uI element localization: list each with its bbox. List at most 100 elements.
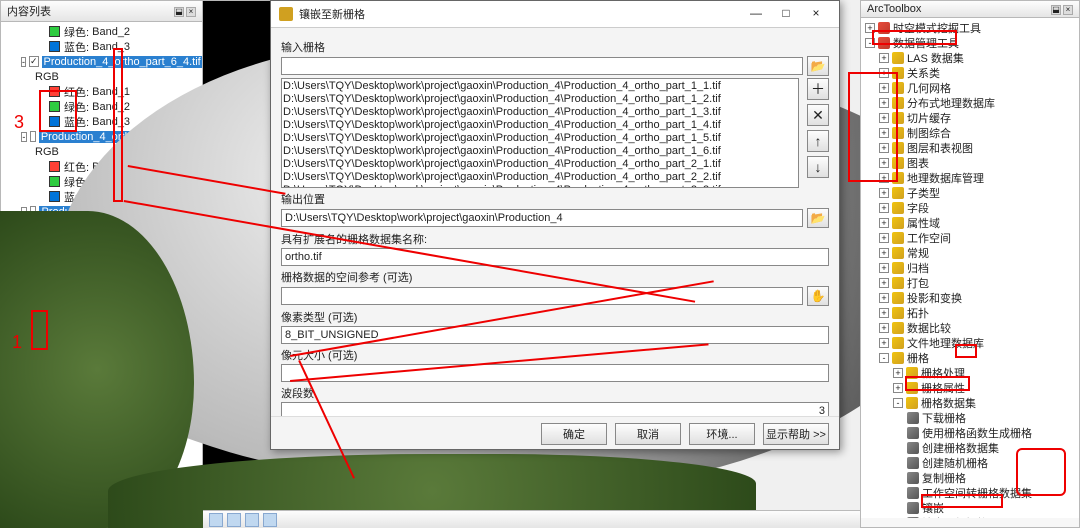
cell-size-input[interactable] — [281, 364, 829, 382]
tree-node[interactable]: 文件地理数据库 — [907, 335, 984, 351]
show-help-button[interactable]: 显示帮助 >> — [763, 423, 829, 445]
toolset-icon — [892, 97, 904, 109]
browse-button[interactable]: ✋ — [807, 286, 829, 306]
toolset-icon — [892, 127, 904, 139]
move-up-button[interactable]: ↑ — [807, 130, 829, 152]
toolset-icon — [892, 337, 904, 349]
maximize-icon[interactable]: □ — [771, 5, 801, 23]
dialog-titlebar[interactable]: 镶嵌至新栅格 —□× — [271, 1, 839, 28]
atb-pin-icon[interactable]: ⬓ — [1051, 5, 1061, 15]
input-raster-label: 输入栅格 — [281, 39, 829, 55]
tree-node[interactable]: 时空模式挖掘工具 — [893, 20, 981, 36]
tree-node[interactable]: 图层和表视图 — [907, 140, 973, 156]
toolset-icon — [892, 247, 904, 259]
status-icon[interactable] — [209, 513, 223, 527]
browse-button[interactable]: 📂 — [807, 56, 829, 76]
status-icon[interactable] — [227, 513, 241, 527]
mosaic-dialog: 镶嵌至新栅格 —□× 输入栅格 📂 D:\Users\TQY\Desktop\w… — [270, 0, 840, 450]
toolset-icon — [892, 142, 904, 154]
list-item[interactable]: D:\Users\TQY\Desktop\work\project\gaoxin… — [283, 80, 797, 93]
list-item[interactable]: D:\Users\TQY\Desktop\work\project\gaoxin… — [283, 184, 797, 188]
tool-icon — [907, 487, 919, 499]
list-item[interactable]: D:\Users\TQY\Desktop\work\project\gaoxin… — [283, 93, 797, 106]
tree-node[interactable]: 栅格 — [907, 350, 929, 366]
tree-node[interactable]: 拓扑 — [907, 305, 929, 321]
pixel-type-select[interactable]: 8_BIT_UNSIGNED — [281, 326, 829, 344]
tree-node[interactable]: 制图综合 — [907, 125, 951, 141]
tree-node[interactable]: 镶嵌至新栅格 — [922, 515, 988, 519]
arctoolbox-tree[interactable]: +时空模式挖掘工具 -数据管理工具 +LAS 数据集+关系类+几何网格+分布式地… — [861, 18, 1079, 518]
cancel-button[interactable]: 取消 — [615, 423, 681, 445]
toolbox-icon — [878, 37, 890, 49]
list-item[interactable]: D:\Users\TQY\Desktop\work\project\gaoxin… — [283, 145, 797, 158]
ok-button[interactable]: 确定 — [541, 423, 607, 445]
tool-icon — [907, 412, 919, 424]
bands-input[interactable] — [281, 402, 829, 416]
bands-label: 波段数 — [281, 385, 829, 401]
list-item[interactable]: D:\Users\TQY\Desktop\work\project\gaoxin… — [283, 132, 797, 145]
list-item[interactable]: D:\Users\TQY\Desktop\work\project\gaoxin… — [283, 171, 797, 184]
tree-node[interactable]: 工作空间转栅格数据集 — [922, 485, 1032, 501]
pixel-type-label: 像素类型 (可选) — [281, 309, 829, 325]
list-item[interactable]: D:\Users\TQY\Desktop\work\project\gaoxin… — [283, 158, 797, 171]
tree-node[interactable]: 切片缓存 — [907, 110, 951, 126]
input-raster-list[interactable]: D:\Users\TQY\Desktop\work\project\gaoxin… — [281, 78, 799, 188]
output-location-input[interactable] — [281, 209, 803, 227]
atb-close-icon[interactable]: × — [1063, 5, 1073, 15]
tree-node[interactable]: 常规 — [907, 245, 929, 261]
tree-node[interactable]: 子类型 — [907, 185, 940, 201]
remove-button[interactable]: ✕ — [807, 104, 829, 126]
dataset-name-input[interactable] — [281, 248, 829, 266]
spatial-ref-label: 栅格数据的空间参考 (可选) — [281, 269, 829, 285]
spatial-ref-input[interactable] — [281, 287, 803, 305]
list-item[interactable]: D:\Users\TQY\Desktop\work\project\gaoxin… — [283, 106, 797, 119]
arctoolbox-header: ArcToolbox ⬓× — [861, 1, 1079, 18]
tree-node[interactable]: 投影和变换 — [907, 290, 962, 306]
toolset-icon — [892, 52, 904, 64]
tree-node[interactable]: 图表 — [907, 155, 929, 171]
toolset-icon — [892, 202, 904, 214]
toolset-icon — [892, 292, 904, 304]
toolset-icon — [892, 232, 904, 244]
tree-node[interactable]: 复制栅格 — [922, 470, 966, 486]
tree-node[interactable]: 关系类 — [907, 65, 940, 81]
tree-node[interactable]: 归档 — [907, 260, 929, 276]
toolset-icon — [892, 277, 904, 289]
output-location-label: 输出位置 — [281, 191, 829, 207]
add-button[interactable]: ＋ — [807, 78, 829, 100]
tool-icon — [907, 502, 919, 514]
tree-node[interactable]: 栅格数据集 — [921, 395, 976, 411]
status-icon[interactable] — [245, 513, 259, 527]
toolset-icon — [892, 172, 904, 184]
close-icon[interactable]: × — [801, 5, 831, 23]
tool-icon — [279, 7, 293, 21]
toolset-icon — [892, 307, 904, 319]
tree-node[interactable]: 工作空间 — [907, 230, 951, 246]
tree-node[interactable]: 分布式地理数据库 — [907, 95, 995, 111]
minimize-icon[interactable]: — — [741, 5, 771, 23]
tool-icon — [907, 517, 919, 519]
tree-node[interactable]: 栅格属性 — [921, 380, 965, 396]
tree-node[interactable]: 几何网格 — [907, 80, 951, 96]
tree-node[interactable]: 属性域 — [907, 215, 940, 231]
tree-node[interactable]: 创建随机栅格 — [922, 455, 988, 471]
tree-node[interactable]: 地理数据库管理 — [907, 170, 984, 186]
tree-node[interactable]: 数据管理工具 — [893, 35, 959, 51]
tree-node[interactable]: 镶嵌 — [922, 500, 944, 516]
browse-button[interactable]: 📂 — [807, 208, 829, 228]
environments-button[interactable]: 环境... — [689, 423, 755, 445]
input-raster-select[interactable] — [281, 57, 803, 75]
tree-node[interactable]: 字段 — [907, 200, 929, 216]
tree-node[interactable]: 栅格处理 — [921, 365, 965, 381]
tree-node[interactable]: 使用栅格函数生成栅格 — [922, 425, 1032, 441]
toolset-icon — [892, 217, 904, 229]
tree-node[interactable]: 数据比较 — [907, 320, 951, 336]
cell-size-label: 像元大小 (可选) — [281, 347, 829, 363]
move-down-button[interactable]: ↓ — [807, 156, 829, 178]
tree-node[interactable]: LAS 数据集 — [907, 50, 964, 66]
tree-node[interactable]: 下载栅格 — [922, 410, 966, 426]
list-item[interactable]: D:\Users\TQY\Desktop\work\project\gaoxin… — [283, 119, 797, 132]
tree-node[interactable]: 打包 — [907, 275, 929, 291]
status-icon[interactable] — [263, 513, 277, 527]
tree-node[interactable]: 创建栅格数据集 — [922, 440, 999, 456]
